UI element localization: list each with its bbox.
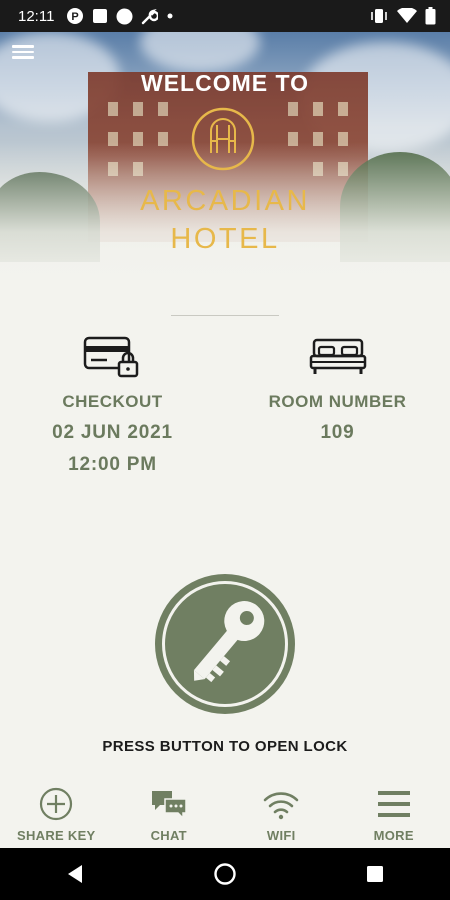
hotel-name-line1: ARCADIAN <box>140 185 310 217</box>
room-info: ROOM NUMBER 109 <box>225 332 450 444</box>
key-icon <box>193 601 265 683</box>
bottom-navigation: SHARE KEY CHAT WIFI MORE <box>0 782 450 848</box>
nav-wifi-label: WIFI <box>266 828 296 843</box>
hotel-name-line2: HOTEL <box>170 223 280 255</box>
credit-card-lock-icon <box>83 336 138 378</box>
dot-icon <box>167 13 173 19</box>
system-navigation-bar <box>0 848 450 900</box>
nav-chat[interactable]: CHAT <box>113 782 226 848</box>
circle-icon <box>116 8 133 24</box>
checkout-date: 02 JUN 2021 <box>52 422 173 443</box>
nav-more[interactable]: MORE <box>338 782 450 848</box>
room-number-label: ROOM NUMBER <box>268 392 407 411</box>
p-circle-icon: P <box>67 8 84 24</box>
system-home-button[interactable] <box>205 854 245 894</box>
bed-icon <box>309 338 366 374</box>
welcome-heading: WELCOME TO <box>140 70 309 96</box>
nav-share-key-label: SHARE KEY <box>16 828 96 843</box>
plus-circle-icon <box>40 787 73 821</box>
home-icon <box>214 863 236 885</box>
recents-icon <box>367 866 383 882</box>
room-number-value: 109 <box>320 422 355 443</box>
nav-share-key[interactable]: SHARE KEY <box>0 782 113 848</box>
checkout-info: CHECKOUT 02 JUN 2021 12:00 PM <box>0 332 225 476</box>
checkout-label: CHECKOUT <box>62 392 163 411</box>
open-lock-button[interactable] <box>155 574 295 714</box>
divider <box>171 315 279 316</box>
system-back-button[interactable] <box>55 854 95 894</box>
battery-icon <box>425 7 436 25</box>
hotel-monogram-logo <box>191 107 255 171</box>
wifi-status-icon <box>397 8 417 23</box>
checkout-time: 12:00 PM <box>68 454 157 475</box>
square-icon <box>93 9 108 23</box>
menu-icon <box>377 791 410 817</box>
status-bar: 12:11 P <box>0 0 450 32</box>
hamburger-menu-button[interactable] <box>12 42 34 60</box>
back-icon <box>68 865 82 883</box>
wrench-icon <box>142 8 159 24</box>
nav-chat-label: CHAT <box>150 828 187 843</box>
nav-wifi[interactable]: WIFI <box>225 782 338 848</box>
wifi-icon <box>263 792 299 820</box>
nav-more-label: MORE <box>373 828 414 843</box>
system-recents-button[interactable] <box>355 854 395 894</box>
svg-text:P: P <box>72 11 79 23</box>
hero-banner: WELCOME TO ARCADIAN HOTEL <box>0 32 450 292</box>
open-lock-instruction: PRESS BUTTON TO OPEN LOCK <box>102 738 348 755</box>
chat-icon <box>151 791 187 819</box>
status-time: 12:11 <box>18 7 55 25</box>
vibrate-icon <box>371 9 387 23</box>
